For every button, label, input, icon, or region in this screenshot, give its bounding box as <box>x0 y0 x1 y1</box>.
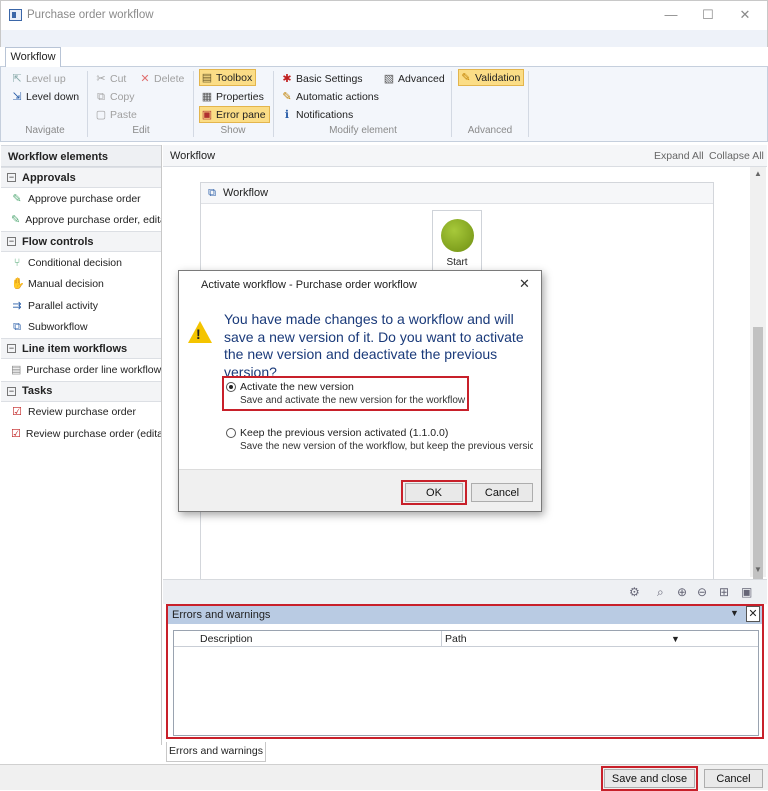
dialog-close-icon[interactable]: ✕ <box>519 276 530 292</box>
warning-mark: ! <box>196 326 201 342</box>
dialog-title: Activate workflow - Purchase order workf… <box>201 279 417 291</box>
dialog-cancel-button[interactable]: Cancel <box>471 483 533 502</box>
ok-button[interactable]: OK <box>405 483 463 502</box>
dialog-footer: OK Cancel <box>179 469 541 511</box>
radio-keep-previous[interactable] <box>226 428 236 438</box>
option2-description: Save the new version of the workflow, bu… <box>240 441 533 452</box>
dialog-message: You have made changes to a workflow and … <box>224 311 524 380</box>
activate-workflow-dialog: Activate workflow - Purchase order workf… <box>178 270 542 512</box>
tab-workflow[interactable]: Workflow <box>5 47 61 67</box>
option1-title[interactable]: Activate the new version <box>240 381 354 393</box>
option2-title[interactable]: Keep the previous version activated (1.1… <box>240 427 448 439</box>
option1-description: Save and activate the new version for th… <box>240 395 466 406</box>
radio-activate-new[interactable] <box>226 382 236 392</box>
